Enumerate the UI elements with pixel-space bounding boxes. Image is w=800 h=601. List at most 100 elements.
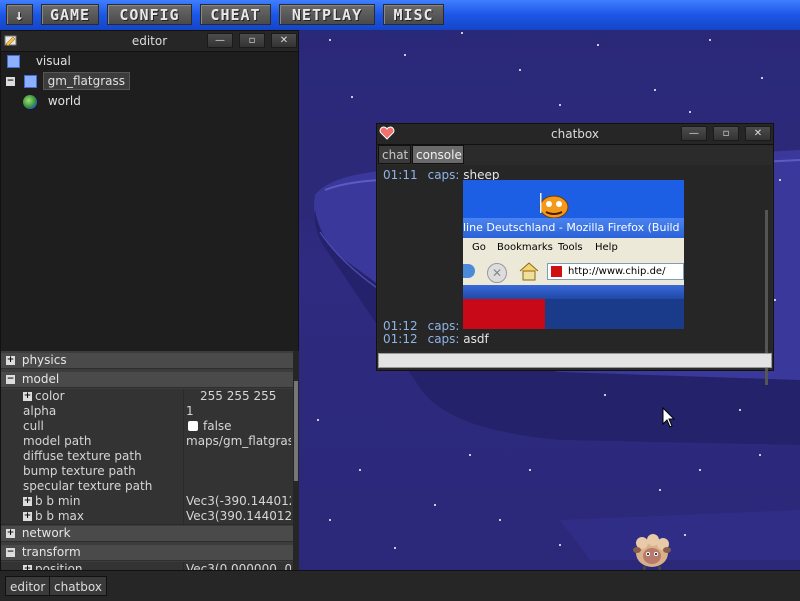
- close-icon: ✕: [279, 35, 289, 46]
- prop-row-bump-texture-path[interactable]: bump texture path: [1, 464, 293, 480]
- maximize-icon: ▫: [722, 128, 730, 139]
- prop-row-bb-min[interactable]: + b b min Vec3(-390.144012: [1, 494, 293, 510]
- maximize-icon: ▫: [248, 35, 256, 46]
- prop-row-diffuse-texture-path[interactable]: diffuse texture path: [1, 449, 293, 465]
- prop-value[interactable]: 255 255 255: [200, 389, 293, 404]
- screenshot-url: http://www.chip.de/: [568, 266, 666, 277]
- editor-window: editor — ▫ ✕ visual − gm_flatgrass world…: [0, 30, 299, 570]
- screenshot-menu-item: Bookmarks: [497, 242, 553, 253]
- expand-icon[interactable]: +: [23, 392, 32, 401]
- tree-item-visual[interactable]: visual: [7, 52, 71, 70]
- screenshot-page: [463, 285, 684, 329]
- main-menu-bar: ↓ GAME CONFIG CHEAT NETPLAY MISC: [0, 0, 800, 30]
- screenshot-menu-item: Tools: [558, 242, 583, 253]
- message-author: caps:: [427, 319, 460, 333]
- prop-row-cull[interactable]: cull false: [1, 419, 293, 435]
- tab-console[interactable]: console: [412, 145, 464, 164]
- taskbar-chatbox-button[interactable]: chatbox: [49, 576, 107, 596]
- prop-key: bump texture path: [23, 464, 136, 478]
- chat-message: 01:12 caps: asdf: [383, 332, 489, 346]
- reload-icon: [463, 264, 475, 278]
- close-icon: ✕: [753, 128, 763, 139]
- scrollbar-thumb[interactable]: [294, 381, 298, 481]
- chatbox-titlebar[interactable]: chatbox — ▫ ✕: [377, 124, 773, 145]
- prop-value[interactable]: Vec3(0.000000, 0: [186, 562, 291, 570]
- section-model[interactable]: − model: [1, 372, 293, 388]
- prop-key: b b min: [35, 494, 81, 508]
- message-author: caps:: [427, 332, 460, 346]
- section-label: model: [21, 372, 60, 386]
- expand-icon[interactable]: +: [23, 497, 32, 506]
- expand-icon[interactable]: +: [6, 356, 15, 365]
- menu-misc-button[interactable]: MISC: [383, 4, 444, 25]
- prop-key: diffuse texture path: [23, 449, 142, 463]
- screenshot-menu-item: Help: [595, 242, 618, 253]
- screenshot-toolbar: ✕ http://www.chip.de/: [463, 258, 684, 285]
- taskbar-editor-button[interactable]: editor: [5, 576, 51, 596]
- menu-cheat-button[interactable]: CHEAT: [200, 4, 271, 25]
- menu-config-button[interactable]: CONFIG: [107, 4, 192, 25]
- cube-icon: [23, 75, 37, 88]
- menu-game-button[interactable]: GAME: [41, 4, 99, 25]
- prop-value[interactable]: maps/gm_flatgrass: [186, 434, 291, 449]
- prop-key: position: [35, 562, 83, 570]
- chat-input[interactable]: [378, 353, 772, 368]
- minimize-button[interactable]: —: [207, 33, 233, 48]
- site-icon: [551, 266, 562, 277]
- screenshot-title: line Deutschland - Mozilla Firefox (Buil…: [463, 218, 684, 238]
- prop-row-position[interactable]: + position Vec3(0.000000, 0: [1, 562, 293, 570]
- prop-row-alpha[interactable]: alpha 1: [1, 404, 293, 420]
- stop-icon: ✕: [487, 263, 507, 283]
- tree-item-world[interactable]: world: [23, 92, 81, 110]
- sheep-avatar-icon: [633, 534, 671, 571]
- collapse-icon[interactable]: −: [6, 548, 15, 557]
- cube-icon: [7, 55, 20, 68]
- chat-message: 01:12 caps:: [383, 319, 459, 333]
- prop-row-color[interactable]: + color 255 255 255: [1, 389, 293, 405]
- collapse-icon[interactable]: −: [6, 77, 15, 86]
- maximize-button[interactable]: ▫: [713, 126, 739, 141]
- prop-key: specular texture path: [23, 479, 153, 493]
- minimize-icon: —: [215, 35, 225, 46]
- prop-row-bb-max[interactable]: + b b max Vec3(390.144012,: [1, 509, 293, 525]
- menu-netplay-button[interactable]: NETPLAY: [279, 4, 375, 25]
- cull-checkbox[interactable]: [188, 421, 198, 431]
- close-button[interactable]: ✕: [745, 126, 771, 141]
- prop-value[interactable]: Vec3(390.144012,: [186, 509, 291, 524]
- prop-key: alpha: [23, 404, 57, 418]
- collapse-icon[interactable]: −: [6, 375, 15, 384]
- prop-key: model path: [23, 434, 92, 448]
- screenshot-url-field: http://www.chip.de/: [547, 263, 684, 280]
- screenshot-desktop-area: [463, 180, 684, 219]
- minimize-button[interactable]: —: [681, 126, 707, 141]
- expand-icon[interactable]: +: [6, 529, 15, 538]
- prop-value[interactable]: 1: [186, 404, 291, 419]
- prop-key: color: [35, 389, 65, 403]
- taskbar: editor chatbox: [0, 570, 800, 601]
- expand-icon[interactable]: +: [23, 512, 32, 521]
- globe-icon: [23, 94, 37, 109]
- screenshot-menu-item: Go: [472, 242, 486, 253]
- home-icon: [518, 261, 540, 284]
- section-label: physics: [21, 353, 67, 367]
- section-physics[interactable]: + physics: [1, 353, 293, 369]
- property-scrollbar[interactable]: [293, 351, 299, 570]
- section-network[interactable]: + network: [1, 526, 293, 542]
- prop-row-model-path[interactable]: model path maps/gm_flatgrass: [1, 434, 293, 450]
- chat-embedded-screenshot: line Deutschland - Mozilla Firefox (Buil…: [463, 180, 684, 329]
- message-author: caps:: [427, 168, 460, 182]
- message-time: 01:12: [383, 332, 418, 346]
- chat-log[interactable]: 01:11 caps: sheep line Deutschland - Mozi…: [378, 165, 772, 385]
- prop-row-specular-texture-path[interactable]: specular texture path: [1, 479, 293, 495]
- menu-arrow-button[interactable]: ↓: [6, 4, 33, 25]
- section-transform[interactable]: − transform: [1, 545, 293, 561]
- tree-item-gm-flatgrass[interactable]: − gm_flatgrass: [6, 72, 130, 90]
- close-button[interactable]: ✕: [271, 33, 297, 48]
- message-time: 01:12: [383, 319, 418, 333]
- editor-titlebar[interactable]: editor — ▫ ✕: [1, 31, 298, 52]
- tab-chat[interactable]: chat: [378, 145, 411, 164]
- section-label: transform: [21, 545, 81, 559]
- prop-value[interactable]: Vec3(-390.144012: [186, 494, 291, 509]
- tree-item-label: gm_flatgrass: [42, 72, 130, 90]
- maximize-button[interactable]: ▫: [239, 33, 265, 48]
